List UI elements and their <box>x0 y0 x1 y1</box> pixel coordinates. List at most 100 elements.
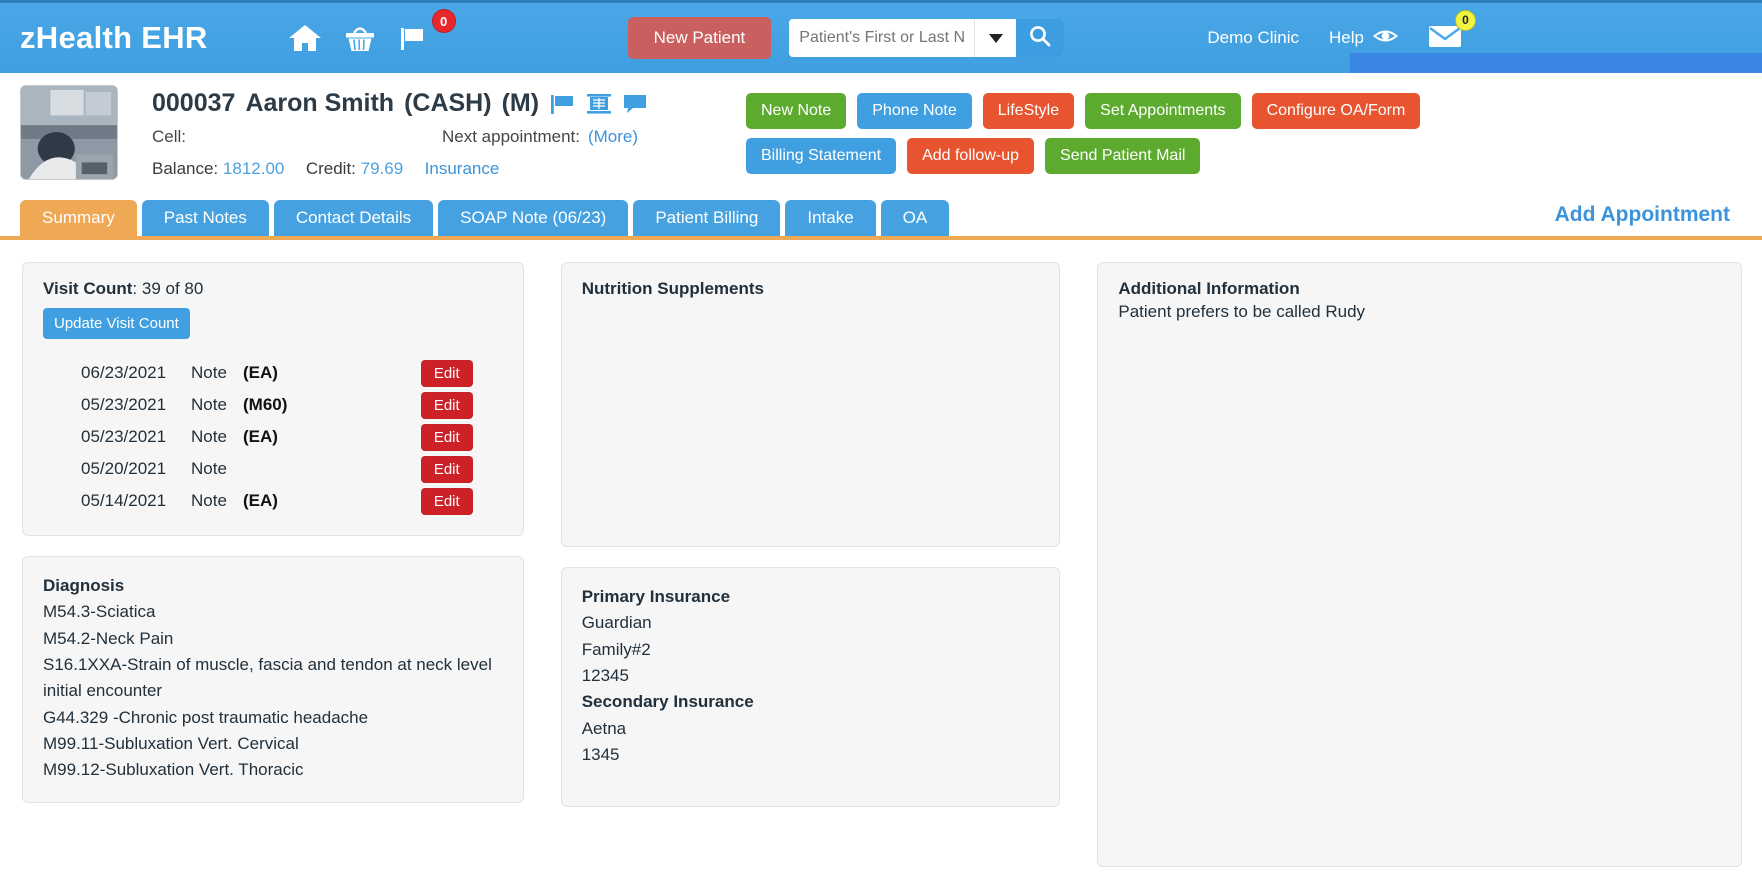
tab-patient-billing[interactable]: Patient Billing <box>633 200 781 236</box>
tab-soap-note[interactable]: SOAP Note (06/23) <box>438 200 629 236</box>
diagnosis-item: M99.12-Subluxation Vert. Thoracic <box>43 760 304 780</box>
diagnosis-item: M99.11-Subluxation Vert. Cervical <box>43 734 299 754</box>
nutrition-supplements-card: Nutrition Supplements <box>560 262 1061 547</box>
visit-count-card: Visit Count: 39 of 80 Update Visit Count… <box>22 262 524 536</box>
primary-insurance-line: Guardian <box>581 613 652 633</box>
new-patient-button[interactable]: New Patient <box>627 17 772 59</box>
tab-contact-details[interactable]: Contact Details <box>273 200 434 236</box>
primary-insurance-line: Family#2 <box>581 639 651 659</box>
patient-search-input[interactable] <box>789 19 975 57</box>
patient-header: 000037 Aaron Smith (CASH) (M) Cell: Next… <box>0 73 1762 180</box>
note-type: Note <box>191 427 227 446</box>
summary-column-middle: Nutrition Supplements Primary Insurance … <box>560 262 1061 867</box>
primary-insurance-title: Primary Insurance <box>581 587 731 606</box>
visit-count-heading: Visit Count: 39 of 80 <box>43 279 503 299</box>
next-appointment-more-link[interactable]: (More) <box>588 127 638 147</box>
configure-oa-form-button[interactable]: Configure OA/Form <box>1251 93 1421 129</box>
patient-gender-tag: (M) <box>501 89 540 117</box>
note-type: Note <box>191 363 227 382</box>
top-right-links: Demo Clinic Help 0 <box>1207 9 1762 54</box>
visit-count-label: Visit Count <box>43 279 133 298</box>
note-type: Note <box>191 395 227 414</box>
search-icon <box>1028 24 1052 53</box>
next-appointment-label: Next appointment: <box>442 127 580 146</box>
patient-tabs: Summary Past Notes Contact Details SOAP … <box>0 198 1762 240</box>
help-group[interactable]: Help <box>1329 27 1399 50</box>
patient-balance-row: Balance: 1812.00 Credit: 79.69 Insurance <box>152 159 712 179</box>
recent-notes-list: 06/23/2021 Note (EA) Edit 05/23/2021 Not… <box>43 357 503 517</box>
tab-past-notes[interactable]: Past Notes <box>141 200 269 236</box>
flag-notification-badge: 0 <box>431 9 456 33</box>
visit-count-value: : 39 of 80 <box>132 279 204 298</box>
note-type: Note <box>191 459 227 478</box>
flag-icon[interactable] <box>549 92 576 116</box>
secondary-insurance-line: Aetna <box>581 718 627 738</box>
note-type: Note <box>191 491 227 510</box>
table-row: 05/23/2021 Note (M60) Edit <box>43 389 503 421</box>
table-row: 06/23/2021 Note (EA) Edit <box>43 357 503 389</box>
mail-notification-badge: 0 <box>1455 9 1476 31</box>
tab-summary[interactable]: Summary <box>20 200 137 236</box>
table-row: 05/20/2021 Note Edit <box>43 453 503 485</box>
diagnosis-item: M54.2-Neck Pain <box>43 628 174 648</box>
basket-icon[interactable] <box>344 23 376 53</box>
note-date: 05/23/2021 <box>81 427 167 446</box>
flag-icon[interactable] <box>398 23 428 53</box>
xray-icon[interactable] <box>586 92 612 116</box>
edit-note-button[interactable]: Edit <box>420 391 473 419</box>
patient-name-row: 000037 Aaron Smith (CASH) (M) <box>152 89 712 118</box>
credit-label: Credit: <box>305 159 356 178</box>
note-date: 05/14/2021 <box>81 491 167 510</box>
patient-action-buttons: New Note Phone Note LifeStyle Set Appoin… <box>746 85 1556 180</box>
update-visit-count-button[interactable]: Update Visit Count <box>43 308 190 339</box>
search-submit-button[interactable] <box>1016 19 1065 57</box>
patient-id: 000037 <box>152 89 236 117</box>
patient-contact-row: Cell: Next appointment: (More) <box>152 127 712 147</box>
additional-information-title: Additional Information <box>1118 279 1300 298</box>
nutrition-title: Nutrition Supplements <box>581 279 764 298</box>
edit-note-button[interactable]: Edit <box>420 423 473 451</box>
additional-information-card: Additional Information Patient prefers t… <box>1097 262 1742 867</box>
edit-note-button[interactable]: Edit <box>420 359 473 387</box>
new-note-button[interactable]: New Note <box>746 93 847 129</box>
mail-group[interactable]: 0 <box>1428 9 1476 54</box>
add-appointment-link[interactable]: Add Appointment <box>1555 203 1730 236</box>
nav-icon-group: 0 <box>288 9 456 53</box>
diagnosis-item: M54.3-Sciatica <box>43 602 156 622</box>
insurance-link[interactable]: Insurance <box>425 159 500 178</box>
app-brand-title: zHealth EHR <box>20 20 208 55</box>
edit-note-button[interactable]: Edit <box>420 455 473 483</box>
home-icon[interactable] <box>288 23 322 53</box>
search-dropdown-toggle[interactable] <box>974 19 1016 57</box>
additional-information-text: Patient prefers to be called Rudy <box>1118 302 1366 321</box>
patient-search-group <box>789 19 1065 57</box>
tab-oa[interactable]: OA <box>880 200 950 236</box>
set-appointments-button[interactable]: Set Appointments <box>1085 93 1241 129</box>
tab-intake[interactable]: Intake <box>785 200 876 236</box>
diagnosis-card: Diagnosis M54.3-Sciatica M54.2-Neck Pain… <box>22 556 524 803</box>
note-code: (EA) <box>243 427 278 446</box>
add-follow-up-button[interactable]: Add follow-up <box>907 138 1035 174</box>
primary-insurance-line: 12345 <box>581 666 629 686</box>
patient-name: Aaron Smith <box>245 89 395 117</box>
chevron-down-icon <box>988 33 1003 43</box>
comment-icon[interactable] <box>622 92 648 116</box>
patient-avatar[interactable] <box>20 85 118 180</box>
balance-label: Balance: <box>152 159 219 178</box>
clinic-name-link[interactable]: Demo Clinic <box>1207 28 1299 48</box>
patient-cell-label: Cell: <box>152 127 187 146</box>
billing-statement-button[interactable]: Billing Statement <box>746 138 897 174</box>
lifestyle-button[interactable]: LifeStyle <box>982 93 1075 129</box>
insurance-card: Primary Insurance Guardian Family#2 1234… <box>560 567 1061 807</box>
table-row: 05/23/2021 Note (EA) Edit <box>43 421 503 453</box>
phone-note-button[interactable]: Phone Note <box>857 93 972 129</box>
eye-icon[interactable] <box>1372 27 1399 50</box>
diagnosis-item: S16.1XXA-Strain of muscle, fascia and te… <box>43 655 492 701</box>
send-patient-mail-button[interactable]: Send Patient Mail <box>1045 138 1201 174</box>
note-code: (EA) <box>243 363 278 382</box>
help-link[interactable]: Help <box>1329 28 1364 48</box>
note-date: 06/23/2021 <box>81 363 167 382</box>
edit-note-button[interactable]: Edit <box>420 487 473 515</box>
diagnosis-item: G44.329 -Chronic post traumatic headache <box>43 707 369 727</box>
note-date: 05/20/2021 <box>81 459 167 478</box>
